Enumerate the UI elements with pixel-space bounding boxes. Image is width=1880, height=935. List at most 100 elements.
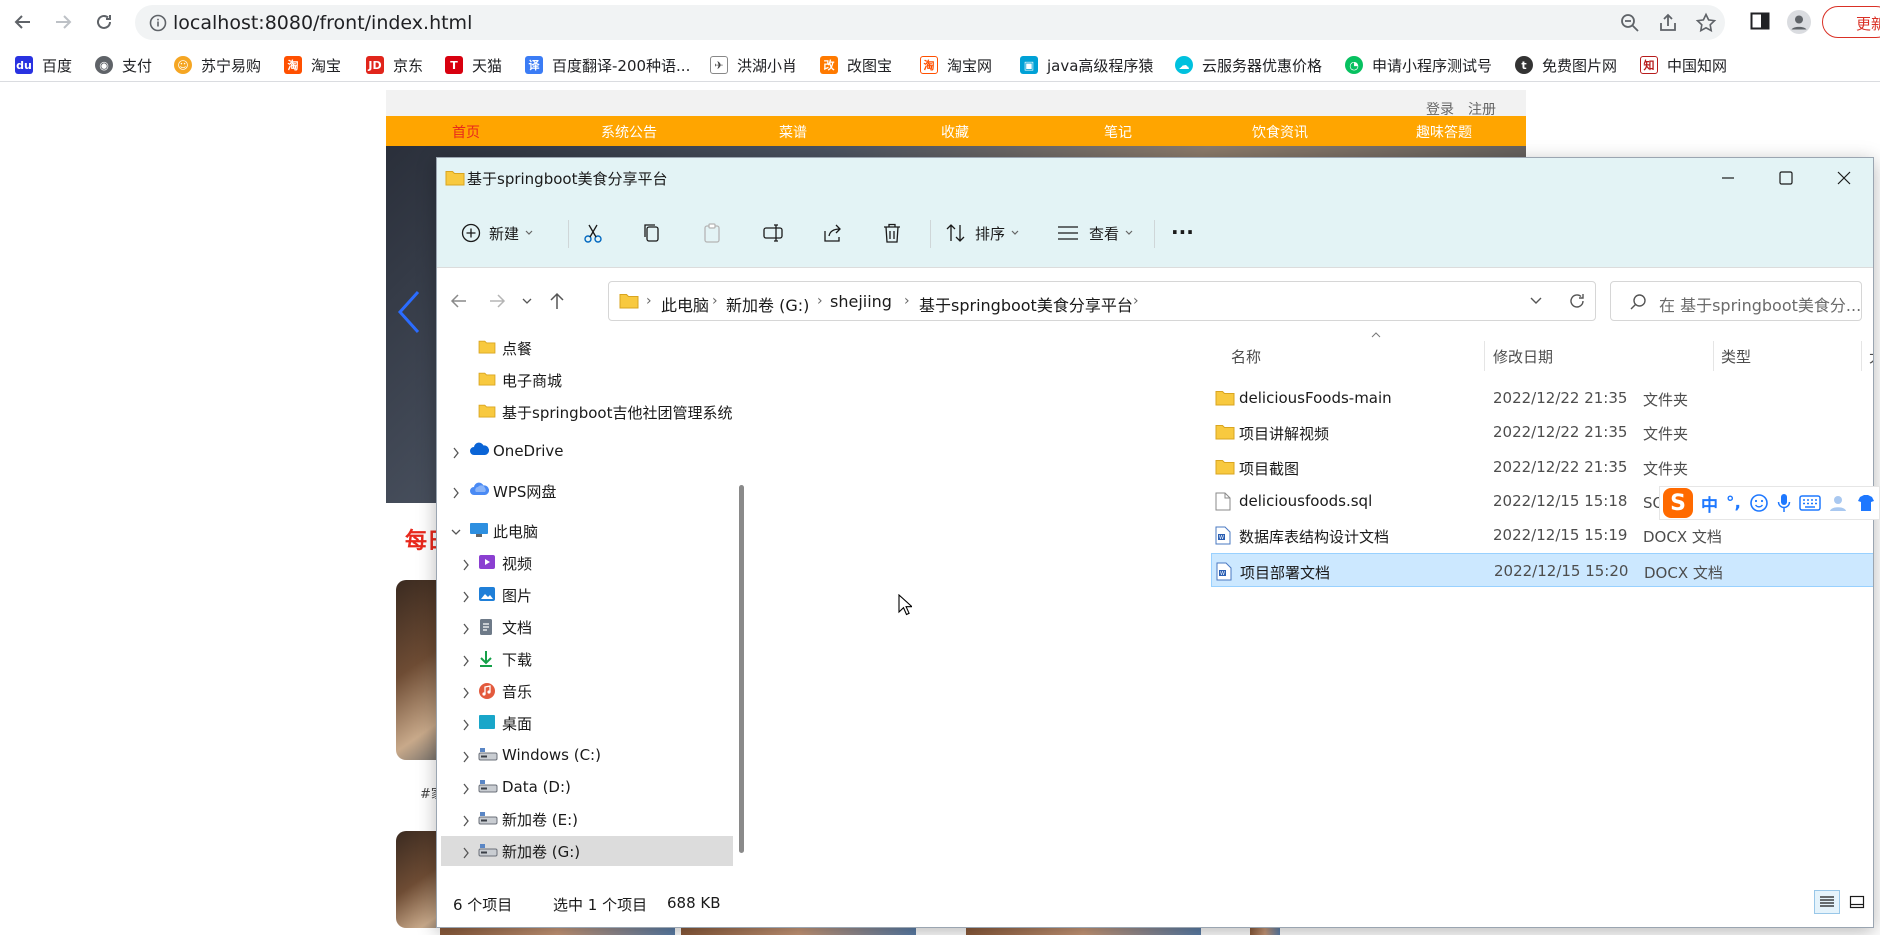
- column-size[interactable]: 大小: [1869, 346, 1873, 367]
- tree-item-downloads[interactable]: 下载: [441, 644, 733, 674]
- nav-scrollbar-thumb[interactable]: [739, 485, 744, 853]
- file-row[interactable]: deliciousFoods-main 2022/12/22 21:35 文件夹: [1211, 381, 1873, 415]
- bookmark-item[interactable]: ✈ 洪湖小肖: [710, 54, 797, 76]
- nav-food-news[interactable]: 饮食资讯: [1252, 122, 1308, 142]
- cut-button[interactable]: [582, 220, 604, 246]
- chevron-right-icon[interactable]: [451, 485, 461, 499]
- forward-button[interactable]: [50, 9, 76, 35]
- bookmark-item[interactable]: 淘淘宝: [284, 54, 341, 76]
- crumb-shejiing[interactable]: shejiing: [830, 292, 892, 311]
- tree-item-pictures[interactable]: 图片: [441, 580, 733, 610]
- reload-button[interactable]: [91, 9, 117, 35]
- address-bar[interactable]: localhost:8080/front/index.html: [135, 5, 1725, 40]
- chevron-left-icon[interactable]: [396, 288, 422, 336]
- column-divider[interactable]: [1713, 341, 1714, 371]
- arrow-left-icon[interactable]: [449, 291, 469, 311]
- tree-item-diancan[interactable]: 点餐: [441, 333, 733, 363]
- info-icon[interactable]: [149, 14, 167, 32]
- tree-item-guitar-system[interactable]: 基于springboot吉他社团管理系统: [441, 397, 733, 427]
- search-input[interactable]: 在 基于springboot美食分...: [1610, 281, 1862, 321]
- back-button[interactable]: [10, 9, 36, 35]
- tree-item-drive-c[interactable]: Windows (C:): [441, 740, 733, 770]
- sidebar-icon[interactable]: [1749, 10, 1773, 34]
- bookmark-item[interactable]: T 天猫: [445, 54, 502, 76]
- chevron-right-icon[interactable]: [461, 813, 471, 827]
- bookmark-item[interactable]: 淘淘宝网: [920, 54, 992, 76]
- view-button[interactable]: 查看: [1057, 220, 1133, 246]
- tiles-view-button[interactable]: [1844, 890, 1870, 914]
- microphone-icon[interactable]: [1777, 493, 1791, 513]
- skin-icon[interactable]: [1857, 494, 1875, 512]
- column-date[interactable]: 修改日期: [1493, 346, 1553, 367]
- share-icon[interactable]: [1657, 12, 1679, 34]
- chevron-right-icon[interactable]: [461, 845, 471, 859]
- bookmark-item[interactable]: ☁ 云服务器优惠价格: [1175, 54, 1322, 76]
- crumb-project[interactable]: 基于springboot美食分享平台: [919, 292, 1133, 316]
- nav-notes[interactable]: 笔记: [1104, 122, 1132, 142]
- tree-item-onedrive[interactable]: OneDrive: [441, 436, 733, 466]
- chevron-right-icon[interactable]: [461, 557, 471, 571]
- column-type[interactable]: 类型: [1721, 346, 1751, 367]
- url-text[interactable]: localhost:8080/front/index.html: [173, 12, 472, 34]
- tree-item-drive-d[interactable]: Data (D:): [441, 772, 733, 802]
- nav-announcements[interactable]: 系统公告: [601, 122, 657, 142]
- user-icon[interactable]: [1829, 494, 1849, 512]
- tree-item-ecommerce[interactable]: 电子商城: [441, 365, 733, 395]
- chevron-right-icon[interactable]: [461, 589, 471, 603]
- arrow-right-icon[interactable]: [487, 291, 507, 311]
- rename-button[interactable]: [762, 220, 784, 246]
- sogou-logo[interactable]: S: [1663, 488, 1693, 518]
- refresh-icon[interactable]: [1567, 291, 1587, 311]
- bookmark-item[interactable]: ◔ 申请小程序测试号: [1345, 54, 1492, 76]
- tree-item-drive-g[interactable]: 新加卷 (G:): [441, 836, 733, 866]
- chevron-right-icon[interactable]: [461, 685, 471, 699]
- chevron-right-icon[interactable]: [451, 445, 461, 459]
- bookmark-item[interactable]: JD 京东: [366, 54, 423, 76]
- tree-item-wps[interactable]: WPS网盘: [441, 476, 733, 506]
- bookmark-item[interactable]: ☺ 苏宁易购: [174, 54, 261, 76]
- chevron-down-icon[interactable]: [521, 296, 533, 306]
- new-button[interactable]: 新建: [461, 220, 533, 246]
- tree-item-videos[interactable]: 视频: [441, 548, 733, 578]
- bookmark-item[interactable]: 知中国知网: [1640, 54, 1727, 76]
- breadcrumb[interactable]: › 此电脑 › 新加卷 (G:) › shejiing › 基于springbo…: [608, 281, 1596, 321]
- update-button[interactable]: 更新: [1822, 6, 1880, 38]
- share-button[interactable]: [822, 220, 844, 246]
- chevron-right-icon[interactable]: [461, 653, 471, 667]
- file-row[interactable]: 项目讲解视频 2022/12/22 21:35 文件夹: [1211, 415, 1873, 449]
- tree-item-this-pc[interactable]: 此电脑: [441, 516, 733, 546]
- bookmark-item[interactable]: 译百度翻译-200种语...: [525, 54, 690, 76]
- tree-item-drive-e[interactable]: 新加卷 (E:): [441, 804, 733, 834]
- arrow-up-icon[interactable]: [547, 290, 567, 312]
- ime-language-toggle[interactable]: 中: [1701, 491, 1718, 516]
- column-name[interactable]: 名称: [1231, 346, 1261, 367]
- chevron-right-icon[interactable]: [461, 621, 471, 635]
- more-options-button[interactable]: ...: [1171, 214, 1194, 240]
- maximize-button[interactable]: [1757, 158, 1815, 198]
- paste-button[interactable]: [702, 220, 722, 246]
- tree-item-documents[interactable]: 文档: [441, 612, 733, 642]
- crumb-this-pc[interactable]: 此电脑: [661, 292, 709, 316]
- nav-recipes[interactable]: 菜谱: [779, 122, 807, 142]
- minimize-button[interactable]: [1699, 158, 1757, 198]
- bookmark-item[interactable]: t 免费图片网: [1515, 54, 1617, 76]
- details-view-button[interactable]: [1814, 890, 1840, 914]
- zoom-icon[interactable]: [1619, 12, 1641, 34]
- chevron-right-icon[interactable]: [461, 749, 471, 763]
- nav-favorites[interactable]: 收藏: [941, 122, 969, 142]
- tree-item-music[interactable]: 音乐: [441, 676, 733, 706]
- column-divider[interactable]: [1484, 341, 1485, 371]
- close-button[interactable]: [1815, 158, 1873, 198]
- chevron-down-icon[interactable]: [1529, 296, 1543, 306]
- file-row[interactable]: W项目部署文档2022/12/15 15:20DOCX 文档689 KB: [1211, 552, 1873, 587]
- ime-punctuation-toggle[interactable]: °,: [1726, 493, 1741, 513]
- file-row[interactable]: W数据库表结构设计文档2022/12/15 15:19DOCX 文档20 KB: [1211, 518, 1873, 552]
- bookmark-item[interactable]: 改改图宝: [820, 54, 892, 76]
- column-divider[interactable]: [1861, 341, 1862, 371]
- copy-button[interactable]: [642, 220, 662, 246]
- nav-home[interactable]: 首页: [452, 122, 480, 142]
- chevron-right-icon[interactable]: [461, 781, 471, 795]
- tree-item-desktop[interactable]: 桌面: [441, 708, 733, 738]
- crumb-drive-g[interactable]: 新加卷 (G:): [726, 292, 809, 316]
- chevron-down-icon[interactable]: [451, 525, 461, 537]
